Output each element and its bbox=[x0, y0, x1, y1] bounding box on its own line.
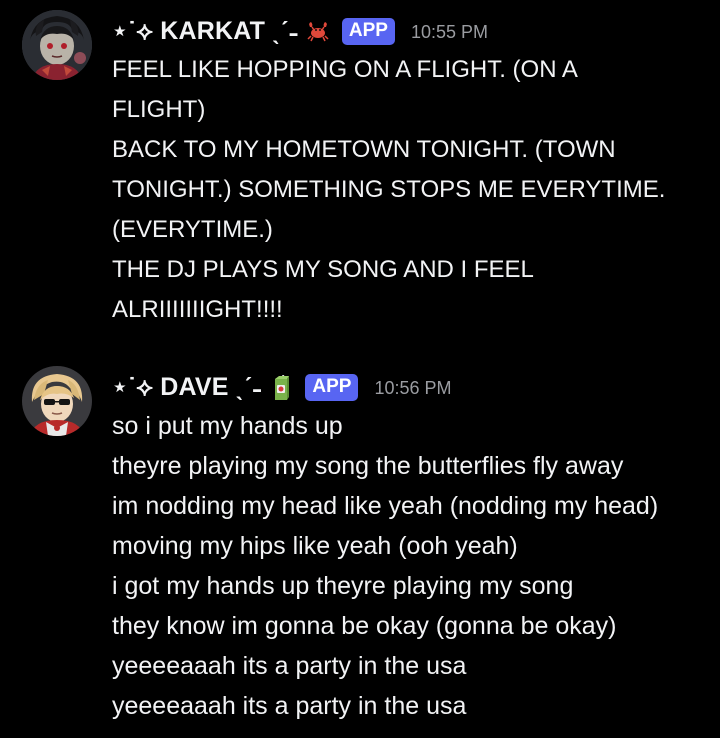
crab-icon bbox=[306, 19, 330, 43]
message-content: FEEL LIKE HOPPING ON A FLIGHT. (ON A FLI… bbox=[112, 50, 712, 330]
message-content: so i put my hands up theyre playing my s… bbox=[112, 406, 712, 726]
timestamp[interactable]: 10:55 PM bbox=[411, 19, 488, 43]
message-header: ⋆˙⟡ KARKAT ˎˊ˗ APP 10:55 PM bbox=[112, 14, 488, 48]
juice-box-icon bbox=[269, 374, 293, 400]
message-line: they know im gonna be okay (gonna be oka… bbox=[112, 612, 617, 640]
message-line: ALRIIIIIIIGHT!!!! bbox=[112, 296, 283, 323]
message-line: BACK TO MY HOMETOWN TONIGHT. (TOWN bbox=[112, 136, 616, 163]
karkat-avatar-icon bbox=[22, 10, 92, 80]
message-line: FEEL LIKE HOPPING ON A FLIGHT. (ON A bbox=[112, 56, 578, 83]
username[interactable]: ⋆˙⟡ DAVE ˎˊ˗ bbox=[112, 372, 261, 402]
username[interactable]: ⋆˙⟡ KARKAT ˎˊ˗ bbox=[112, 16, 298, 46]
message-line: THE DJ PLAYS MY SONG AND I FEEL bbox=[112, 256, 534, 283]
avatar[interactable] bbox=[22, 366, 92, 436]
app-badge: APP bbox=[341, 17, 395, 45]
message-line: i got my hands up theyre playing my song bbox=[112, 572, 574, 600]
avatar[interactable] bbox=[22, 10, 92, 80]
message-line: yeeeeaaah its a party in the usa bbox=[112, 652, 467, 680]
message-line: theyre playing my song the butterflies f… bbox=[112, 452, 624, 480]
app-badge: APP bbox=[305, 373, 359, 401]
message-line: FLIGHT) bbox=[112, 96, 206, 123]
dave-avatar-icon bbox=[22, 366, 92, 436]
message-line: im nodding my head like yeah (nodding my… bbox=[112, 492, 659, 520]
message-line: yeeeeaaah its a party in the usa bbox=[112, 692, 467, 720]
message-line: (EVERYTIME.) bbox=[112, 216, 273, 243]
message-line: TONIGHT.) SOMETHING STOPS ME EVERYTIME. bbox=[112, 176, 666, 203]
message-line: moving my hips like yeah (ooh yeah) bbox=[112, 532, 518, 560]
message-line: so i put my hands up bbox=[112, 412, 343, 440]
timestamp[interactable]: 10:56 PM bbox=[374, 375, 451, 399]
message-header: ⋆˙⟡ DAVE ˎˊ˗ APP 10:56 PM bbox=[112, 370, 452, 404]
